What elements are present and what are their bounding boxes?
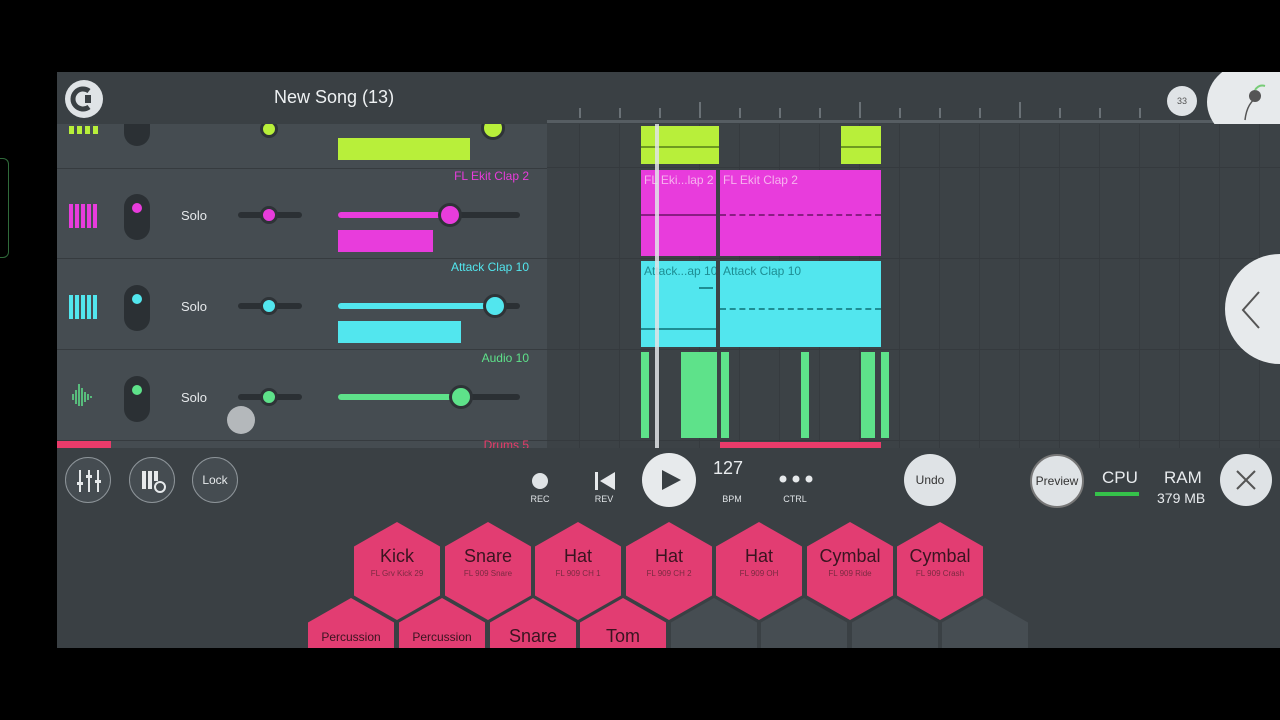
track-list: FL Ekit Clap 2 Solo Attack Clap 10 Solo … (57, 124, 547, 448)
track-row-drums-5[interactable]: Drums 5 (57, 438, 547, 448)
track-row-audio-10[interactable]: Audio 10 Solo (57, 350, 547, 441)
track-clip-preview (338, 230, 433, 252)
track-name[interactable]: Attack Clap 10 (451, 260, 529, 274)
pan-knob[interactable] (260, 388, 278, 406)
volume-knob[interactable] (483, 294, 507, 318)
play-button[interactable] (642, 453, 696, 507)
playlist-clip-attack-clap-10[interactable]: Attack Clap 10 (720, 261, 881, 347)
ruler-baseline (547, 120, 1280, 123)
chevron-left-icon (1241, 291, 1260, 329)
track-clip-preview (338, 138, 470, 160)
cpu-label: CPU (1102, 468, 1138, 487)
audio-clip[interactable] (861, 352, 875, 438)
mute-switch[interactable] (124, 285, 150, 331)
pad-cymbal-crash[interactable]: Cymbal FL 909 Crash (897, 522, 983, 620)
ram-value: 379 MB (1157, 490, 1206, 506)
track-color-bar (57, 441, 111, 448)
mixer-button[interactable] (65, 457, 111, 503)
pan-knob[interactable] (260, 124, 278, 138)
fl-menu-logo-icon[interactable] (65, 80, 103, 118)
volume-slider[interactable] (338, 394, 520, 400)
solo-button[interactable]: Solo (181, 299, 207, 314)
pad-cymbal-ride[interactable]: Cymbal FL 909 Ride (807, 522, 893, 620)
cpu-meter (1095, 492, 1139, 496)
audio-clip[interactable] (881, 352, 889, 438)
solo-button[interactable]: Solo (181, 390, 207, 405)
fruit-icon (1244, 84, 1266, 121)
side-edge-indicator (0, 158, 9, 258)
playlist-clip[interactable] (841, 126, 881, 164)
piano-keys-icon (69, 204, 97, 228)
track-name[interactable]: Drums 5 (484, 438, 529, 448)
pad-kick[interactable]: Kick FL Grv Kick 29 (354, 522, 440, 620)
undo-button[interactable]: Undo (904, 454, 956, 506)
close-button[interactable] (1220, 454, 1272, 506)
pad-hat-open[interactable]: Hat FL 909 OH (716, 522, 802, 620)
grid-icon (69, 126, 98, 134)
counter-badge[interactable]: 33 (1167, 86, 1197, 116)
track-name[interactable]: FL Ekit Clap 2 (454, 169, 529, 183)
lock-button[interactable]: Lock (192, 457, 238, 503)
pan-knob[interactable] (260, 297, 278, 315)
ctrl-label: CTRL (783, 494, 807, 504)
volume-slider[interactable] (338, 212, 520, 218)
transport-bar: Lock REC REV 127 BPM CTRL Undo Preview C… (57, 448, 1280, 512)
track-row-attack-clap-10[interactable]: Attack Clap 10 Solo (57, 259, 547, 350)
rev-label: REV (594, 494, 614, 504)
header: New Song (13) (57, 72, 547, 124)
waveform-icon (72, 384, 92, 406)
volume-knob[interactable] (481, 124, 505, 140)
bpm-label: BPM (722, 494, 742, 504)
track-name[interactable]: Audio 10 (482, 351, 529, 365)
pad-hat-1[interactable]: Hat FL 909 CH 1 (535, 522, 621, 620)
drum-pads: Kick FL Grv Kick 29 Snare FL 909 Snare Hat… (57, 512, 1280, 648)
playlist-clip-fl-ekit-clap-2[interactable]: FL Ekit Clap 2 (720, 170, 881, 256)
bpm-value[interactable]: 127 (703, 458, 753, 479)
pad-snare[interactable]: Snare FL 909 Snare (445, 522, 531, 620)
rec-label: REC (530, 494, 550, 504)
mute-switch[interactable] (124, 376, 150, 422)
mute-switch[interactable] (124, 194, 150, 240)
track-row (57, 124, 547, 169)
audio-clip[interactable] (681, 352, 717, 438)
volume-knob[interactable] (449, 385, 473, 409)
channel-settings-button[interactable] (129, 457, 175, 503)
preview-button[interactable]: Preview (1030, 454, 1084, 508)
rewind-icon[interactable] (594, 471, 616, 491)
solo-button[interactable]: Solo (181, 208, 207, 223)
audio-clip[interactable] (641, 352, 649, 438)
fl-studio-app: New Song (13) FL Ekit Clap 2 Solo Attack… (57, 72, 1280, 648)
song-title[interactable]: New Song (13) (274, 87, 394, 108)
piano-keys-icon (69, 295, 97, 319)
close-icon (1236, 470, 1256, 490)
track-clip-preview (338, 321, 461, 343)
touch-indicator (227, 406, 255, 434)
audio-clip[interactable] (721, 352, 729, 438)
playlist-clip-attack-clap-10[interactable]: Attack...ap 10 (641, 261, 716, 347)
pad-hat-2[interactable]: Hat FL 909 CH 2 (626, 522, 712, 620)
more-dots-icon[interactable] (779, 474, 813, 484)
mute-switch[interactable] (124, 124, 150, 146)
record-button[interactable] (532, 473, 548, 489)
pan-knob[interactable] (260, 206, 278, 224)
track-row-fl-ekit-clap-2[interactable]: FL Ekit Clap 2 Solo (57, 168, 547, 259)
playhead[interactable] (655, 124, 659, 448)
playlist-clip[interactable] (641, 126, 719, 164)
play-icon (662, 470, 681, 490)
volume-knob[interactable] (438, 203, 462, 227)
playlist-clip-fl-ekit-clap-2[interactable]: FL Eki...lap 2 (641, 170, 716, 256)
ram-label: RAM (1164, 468, 1202, 487)
mixer-sliders-icon (77, 470, 101, 492)
piano-gear-icon (142, 471, 166, 493)
audio-clip[interactable] (801, 352, 809, 438)
